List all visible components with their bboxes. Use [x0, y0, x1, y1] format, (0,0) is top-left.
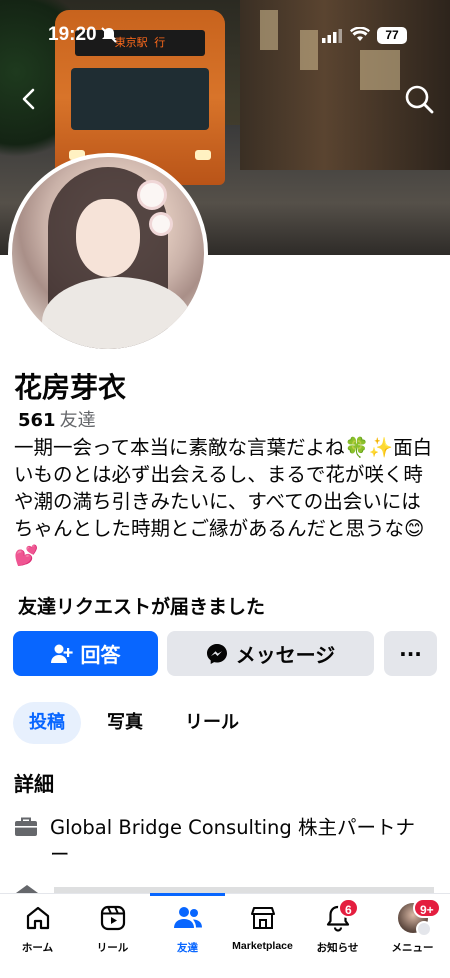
menu-avatar-icon: 9+: [375, 898, 450, 937]
message-button[interactable]: メッセージ: [167, 631, 374, 676]
detail-work-text: Global Bridge Consulting 株主パートナー: [49, 816, 415, 866]
nav-marketplace[interactable]: Marketplace: [225, 902, 300, 952]
nav-reels[interactable]: リール: [75, 902, 150, 955]
search-icon: [405, 85, 434, 114]
marketplace-icon: [225, 902, 300, 934]
detail-work-row: Global Bridge Consulting 株主パートナー: [14, 814, 434, 868]
menu-badge: 9+: [413, 898, 441, 918]
friends-count[interactable]: 561 友達: [18, 406, 96, 432]
nav-friends-label: 友達: [177, 942, 198, 954]
avatar-flower: [152, 215, 170, 233]
avatar-face: [76, 199, 140, 277]
home-icon: [0, 902, 75, 934]
friends-icon: [150, 902, 225, 934]
bottom-navigation: ホーム リール 友達 Marketplace 6 お知らせ 9+ メニュー: [0, 893, 450, 978]
messenger-icon: [206, 643, 227, 664]
back-button[interactable]: [14, 84, 44, 114]
wifi-icon: [350, 26, 370, 46]
more-dots-icon: ···: [399, 641, 422, 666]
nav-home[interactable]: ホーム: [0, 902, 75, 955]
friends-count-number: 561: [18, 410, 56, 431]
nav-menu[interactable]: 9+ メニュー: [375, 898, 450, 955]
notifications-badge: 6: [338, 898, 359, 918]
message-button-label: メッセージ: [235, 643, 336, 667]
nav-home-label: ホーム: [21, 942, 54, 954]
tab-posts[interactable]: 投稿: [13, 702, 81, 744]
cellular-signal-icon: [322, 28, 342, 47]
menu-lines-icon: [415, 921, 432, 937]
status-time: 19:20: [48, 24, 97, 45]
nav-marketplace-label: Marketplace: [232, 940, 293, 952]
nav-notifications[interactable]: 6 お知らせ: [300, 898, 375, 955]
nav-menu-label: メニュー: [391, 942, 434, 954]
more-options-button[interactable]: ···: [384, 631, 437, 676]
nav-reels-label: リール: [96, 942, 129, 954]
bell-icon: 6: [300, 898, 375, 934]
detail-education-row-partial: [14, 880, 434, 894]
nav-friends[interactable]: 友達: [150, 902, 225, 955]
tab-photos[interactable]: 写真: [91, 702, 159, 744]
bus-windshield: [71, 68, 209, 130]
status-bar: 19:20 77: [0, 0, 450, 60]
nav-notifications-label: お知らせ: [316, 942, 359, 954]
friends-count-label: 友達: [59, 410, 96, 431]
profile-avatar[interactable]: [8, 153, 208, 353]
active-tab-indicator: [150, 893, 225, 896]
avatar-flower: [140, 183, 164, 207]
friend-request-notice: 友達リクエストが届きました: [18, 596, 266, 618]
reels-icon: [75, 902, 150, 934]
chevron-left-icon: [22, 88, 35, 110]
profile-bio: 一期一会って本当に素敵な言葉だよね🍀✨面白いものとは必ず出会えるし、まるで花が咲…: [14, 436, 433, 567]
tab-reels[interactable]: リール: [169, 702, 255, 744]
bell-mute-icon: [100, 26, 118, 48]
battery-indicator: 77: [377, 27, 407, 44]
avatar-robe: [42, 277, 192, 349]
profile-tabs: 投稿 写真 リール: [13, 702, 255, 744]
person-plus-icon: [50, 644, 73, 663]
search-button[interactable]: [402, 82, 436, 116]
answer-button-label: 回答: [80, 643, 121, 667]
briefcase-icon: [14, 816, 40, 868]
details-heading: 詳細: [14, 772, 54, 796]
answer-button[interactable]: 回答: [13, 631, 158, 676]
profile-name: 花房芽衣: [14, 371, 127, 404]
bus-headlight: [195, 150, 211, 160]
